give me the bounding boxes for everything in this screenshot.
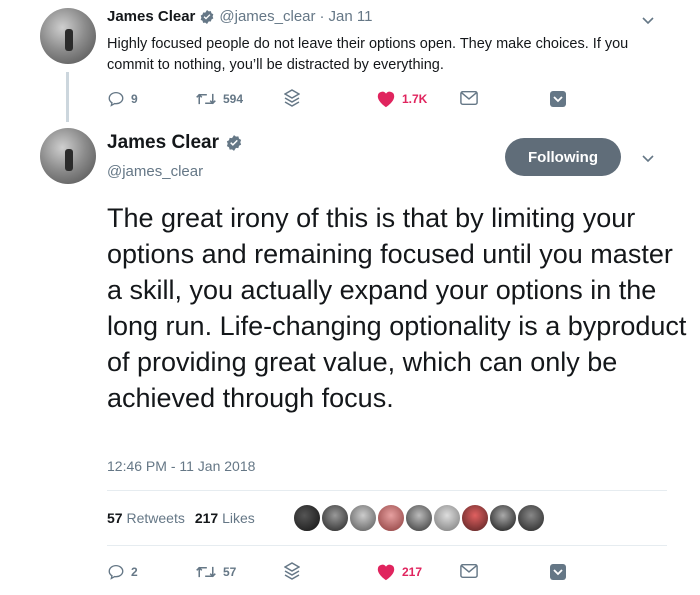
retweet-stat-label: Retweets <box>126 510 185 526</box>
thread-tweet-handle[interactable]: @james_clear <box>219 8 315 25</box>
engagement-stats: 57 Retweets 217 Likes <box>107 510 255 526</box>
reply-count: 2 <box>131 565 138 579</box>
dm-action[interactable] <box>460 90 478 106</box>
liker-avatar[interactable] <box>292 503 322 533</box>
like-count: 1.7K <box>402 92 428 106</box>
retweet-action[interactable]: 57 <box>195 563 236 581</box>
heart-icon <box>377 564 395 581</box>
chevron-down-icon[interactable] <box>640 12 656 28</box>
dm-action[interactable] <box>460 563 478 579</box>
retweet-count: 594 <box>223 92 244 106</box>
bookmark-action[interactable] <box>549 563 567 581</box>
reply-icon <box>108 91 124 107</box>
retweet-icon <box>196 566 216 578</box>
bookmark-action[interactable] <box>549 90 567 108</box>
likes-stat[interactable]: 217 Likes <box>195 510 255 526</box>
heart-icon <box>377 91 395 108</box>
retweet-count: 57 <box>223 565 237 579</box>
like-count: 217 <box>402 565 423 579</box>
mail-icon <box>460 563 478 579</box>
stack-icon <box>284 562 300 580</box>
following-button[interactable]: Following <box>505 138 621 176</box>
thread-tweet-avatar[interactable] <box>40 8 96 64</box>
header-separator: · <box>319 8 325 25</box>
reply-action[interactable]: 9 <box>107 90 138 108</box>
like-stat-label: Likes <box>222 510 255 526</box>
main-tweet-avatar[interactable] <box>40 128 96 184</box>
divider <box>107 490 667 491</box>
thread-tweet-header: James Clear @james_clear · Jan 11 <box>107 8 372 25</box>
liker-avatar[interactable] <box>348 503 378 533</box>
liker-avatar[interactable] <box>488 503 518 533</box>
thread-tweet-date[interactable]: Jan 11 <box>329 8 373 25</box>
thread-tweet-author-name[interactable]: James Clear <box>107 8 195 25</box>
like-action[interactable]: 1.7K <box>376 90 427 108</box>
retweet-icon <box>196 93 216 105</box>
verified-badge-icon <box>201 9 214 24</box>
liker-avatar[interactable] <box>376 503 406 533</box>
main-tweet-handle[interactable]: @james_clear <box>107 163 203 180</box>
reply-icon <box>108 564 124 580</box>
thread-tweet-text: Highly focused people do not leave their… <box>107 36 629 73</box>
stack-icon <box>284 89 300 107</box>
liker-avatar[interactable] <box>432 503 462 533</box>
main-tweet-text: The great irony of this is that by limit… <box>107 203 687 413</box>
retweet-action[interactable]: 594 <box>195 90 243 108</box>
liker-avatar[interactable] <box>516 503 546 533</box>
reply-count: 9 <box>131 92 138 106</box>
liker-avatar[interactable] <box>404 503 434 533</box>
avatar-figure <box>64 149 73 172</box>
retweets-stat[interactable]: 57 Retweets <box>107 510 185 526</box>
liker-avatar[interactable] <box>320 503 350 533</box>
like-stat-count: 217 <box>194 510 219 526</box>
verified-badge-icon <box>226 135 242 151</box>
reply-action[interactable]: 2 <box>107 563 138 581</box>
retweet-stat-count: 57 <box>107 510 123 526</box>
liker-avatar[interactable] <box>460 503 490 533</box>
stack-action[interactable] <box>284 562 300 580</box>
thread-connector-line <box>66 72 69 122</box>
main-tweet-author: James Clear <box>107 132 243 154</box>
like-action[interactable]: 217 <box>376 563 422 581</box>
likers-avatars <box>292 503 546 533</box>
bookmark-icon <box>550 564 566 580</box>
stack-action[interactable] <box>284 89 300 107</box>
divider <box>107 545 667 546</box>
mail-icon <box>460 90 478 106</box>
chevron-down-icon[interactable] <box>640 150 656 166</box>
tweet-timestamp[interactable]: 12:46 PM - 11 Jan 2018 <box>107 458 255 474</box>
main-tweet-author-name[interactable]: James Clear <box>107 132 219 154</box>
avatar-figure <box>64 29 73 52</box>
bookmark-icon <box>550 91 566 107</box>
